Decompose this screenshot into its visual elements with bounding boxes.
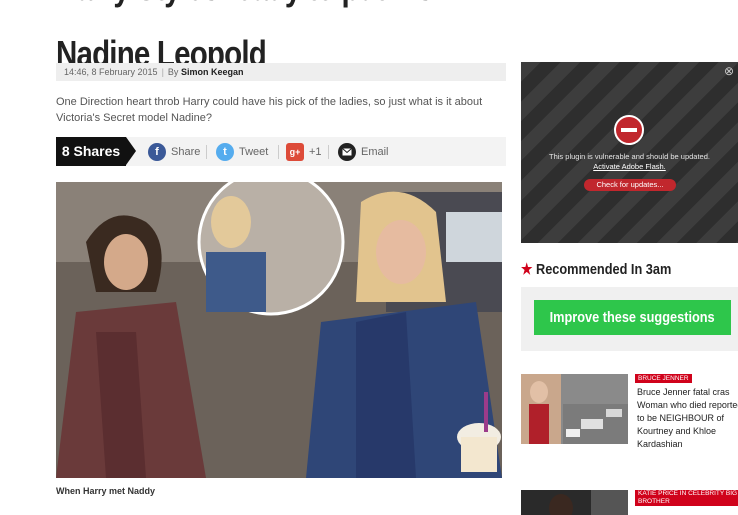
blocked-plugin-icon <box>614 115 644 145</box>
divider <box>278 145 279 159</box>
photo-caption: When Harry met Naddy <box>56 486 156 496</box>
recommended-box: Improve these suggestions <box>521 287 738 351</box>
activate-flash-link[interactable]: Activate Adobe Flash. <box>593 162 666 171</box>
plugin-message: This plugin is vulnerable and should be … <box>549 152 710 161</box>
recommended-item[interactable]: KATIE PRICE IN CELEBRITY BIG BROTHER <box>521 490 738 515</box>
email-share-button[interactable]: Email <box>338 143 389 161</box>
share-bar: 8 Shares f Share t Tweet g+ +1 Email <box>56 137 506 166</box>
divider <box>328 145 329 159</box>
facebook-share-label: Share <box>171 146 201 158</box>
article-time: 14:46, 8 February 2015 <box>64 67 158 77</box>
recommended-thumbnail[interactable] <box>521 374 628 444</box>
article-standfirst: One Direction heart throb Harry could ha… <box>56 96 483 124</box>
divider <box>206 145 207 159</box>
shares-arrow <box>126 137 136 165</box>
email-share-label: Email <box>361 146 389 158</box>
recommended-tag[interactable]: BRUCE JENNER <box>635 374 692 383</box>
article-meta: 14:46, 8 February 2015 | By Simon Keegan <box>56 63 506 81</box>
author-link[interactable]: Simon Keegan <box>181 67 244 77</box>
twitter-share-button[interactable]: t Tweet <box>216 143 268 161</box>
check-updates-button[interactable]: Check for updates... <box>584 179 676 191</box>
byline-prefix: By <box>167 67 179 77</box>
twitter-icon: t <box>216 143 234 161</box>
star-icon: ★ <box>521 261 533 278</box>
improve-suggestions-button[interactable]: Improve these suggestions <box>534 300 731 335</box>
close-icon[interactable]: ⊗ <box>724 64 734 78</box>
recommended-tag[interactable]: KATIE PRICE IN CELEBRITY BIG BROTHER <box>635 490 738 506</box>
recommended-item[interactable]: BRUCE JENNER Bruce Jenner fatal cras Wom… <box>521 374 738 474</box>
flash-plugin-notice: ⊗ This plugin is vulnerable and should b… <box>521 62 738 243</box>
recommended-thumbnail[interactable] <box>521 490 628 515</box>
gplus-share-label: +1 <box>309 146 322 158</box>
recommended-heading: ★ Recommended In 3am <box>521 261 672 278</box>
recommended-text[interactable]: Bruce Jenner fatal cras Woman who died r… <box>637 386 738 451</box>
email-icon <box>338 143 356 161</box>
google-plus-icon: g+ <box>286 143 304 161</box>
article-photo[interactable] <box>56 182 502 478</box>
facebook-share-button[interactable]: f Share <box>148 143 200 161</box>
gplus-share-button[interactable]: g+ +1 <box>286 143 322 161</box>
twitter-share-label: Tweet <box>239 146 269 158</box>
facebook-icon: f <box>148 143 166 161</box>
shares-count: 8 Shares <box>56 137 126 166</box>
